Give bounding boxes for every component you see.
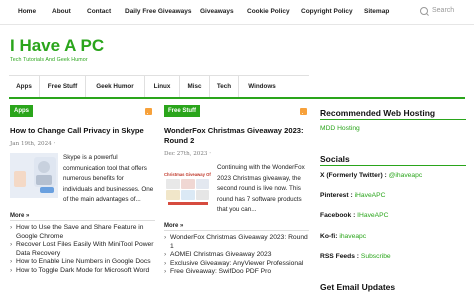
related-post-list: WonderFox Christmas Giveaway 2023: Round… <box>164 234 310 277</box>
social-rss: RSS Feeds : Subscribe <box>320 253 391 260</box>
site-title[interactable]: I Have A PC <box>10 36 104 56</box>
social-pinterest: Pinterest : iHaveAPC <box>320 192 385 199</box>
giveaway-thumbnail-image <box>166 179 209 205</box>
nav-cookie-policy[interactable]: Cookie Policy <box>247 8 290 15</box>
list-item[interactable]: Recover Lost Files Easily With MiniTool … <box>10 241 156 258</box>
social-link[interactable]: @ihaveapc <box>389 172 423 179</box>
social-label: Facebook : <box>320 212 356 219</box>
divider <box>10 220 155 221</box>
search-placeholder: Search <box>432 7 455 14</box>
heading-underline <box>320 119 466 120</box>
rss-icon[interactable] <box>145 108 152 115</box>
social-link[interactable]: ihaveapc <box>339 233 366 240</box>
skype-thumbnail-image <box>10 153 58 198</box>
category-free-stuff[interactable]: Free Stuff <box>40 76 86 98</box>
social-link[interactable]: IHaveAPC <box>357 212 388 219</box>
post-thumbnail[interactable] <box>10 153 58 198</box>
site-tagline: Tech Tutorials And Geek Humor <box>10 57 88 63</box>
list-item[interactable]: How to Enable Line Numbers in Google Doc… <box>10 258 156 267</box>
top-navigation: Home About Contact Daily Free Giveaways … <box>0 0 474 25</box>
social-label: X (Formerly Twitter) : <box>320 172 387 179</box>
social-facebook: Facebook : IHaveAPC <box>320 212 388 219</box>
nav-about[interactable]: About <box>52 8 71 15</box>
post-title[interactable]: WonderFox Christmas Giveaway 2023: Round… <box>164 126 304 146</box>
social-link[interactable]: iHaveAPC <box>355 192 386 199</box>
social-kofi: Ko-fi: ihaveapc <box>320 233 366 240</box>
social-x: X (Formerly Twitter) : @ihaveapc <box>320 172 422 179</box>
search-icon <box>420 7 428 15</box>
nav-sitemap[interactable]: Sitemap <box>364 8 389 15</box>
category-tech[interactable]: Tech <box>210 76 239 98</box>
more-link[interactable]: More » <box>164 223 183 229</box>
nav-contact[interactable]: Contact <box>87 8 111 15</box>
sidebar-heading-email: Get Email Updates <box>320 282 396 292</box>
list-item[interactable]: AOMEI Christmas Giveaway 2023 <box>164 251 310 260</box>
category-misc[interactable]: Misc <box>180 76 210 98</box>
category-badge-apps[interactable]: Apps <box>10 105 33 117</box>
search-input[interactable]: Search <box>420 6 470 18</box>
heading-underline <box>320 165 466 166</box>
post-excerpt: Continuing with the WonderFox 2023 Chris… <box>217 164 305 213</box>
category-windows[interactable]: Windows <box>239 76 285 98</box>
list-item[interactable]: How to Use the Save and Share Feature in… <box>10 224 156 241</box>
category-bar: Apps Free Stuff Geek Humor Linux Misc Te… <box>9 75 309 99</box>
category-badge-free-stuff[interactable]: Free Stuff <box>164 105 201 117</box>
list-item[interactable]: Exclusive Giveaway: AnyViewer Profession… <box>164 260 310 269</box>
related-post-list: How to Use the Save and Share Feature in… <box>10 224 156 275</box>
post-title[interactable]: How to Change Call Privacy in Skype <box>10 126 158 136</box>
sidebar-heading-socials: Socials <box>320 154 350 164</box>
list-item[interactable]: Free Giveaway: SwifDoo PDF Pro <box>164 268 310 277</box>
hosting-link[interactable]: MDD Hosting <box>320 125 360 132</box>
nav-giveaways[interactable]: Giveaways <box>200 8 234 15</box>
post-date: Jan 19th, 2024 · <box>10 141 56 147</box>
nav-copyright-policy[interactable]: Copyright Policy <box>301 8 353 15</box>
post-excerpt: Skype is a powerful communication tool t… <box>63 154 154 203</box>
social-label: RSS Feeds : <box>320 253 360 260</box>
rss-icon[interactable] <box>300 108 307 115</box>
list-item[interactable]: WonderFox Christmas Giveaway 2023: Round… <box>164 234 310 251</box>
list-item[interactable]: How to Toggle Dark Mode for Microsoft Wo… <box>10 267 156 276</box>
nav-daily-free-giveaways[interactable]: Daily Free Giveaways <box>125 8 192 15</box>
divider <box>164 230 309 231</box>
category-geek-humor[interactable]: Geek Humor <box>86 76 145 98</box>
more-link[interactable]: More » <box>10 213 29 219</box>
category-linux[interactable]: Linux <box>145 76 180 98</box>
nav-home[interactable]: Home <box>18 8 36 15</box>
social-link[interactable]: Subscribe <box>361 253 391 260</box>
header-divider <box>9 97 465 99</box>
post-thumbnail[interactable]: Christmas Giveaway Offer <box>164 163 211 208</box>
category-apps[interactable]: Apps <box>9 76 40 98</box>
social-label: Ko-fi: <box>320 233 338 240</box>
post-date: Dec 27th, 2023 · <box>164 151 212 157</box>
social-label: Pinterest : <box>320 192 353 199</box>
sidebar-heading-hosting: Recommended Web Hosting <box>320 108 436 118</box>
